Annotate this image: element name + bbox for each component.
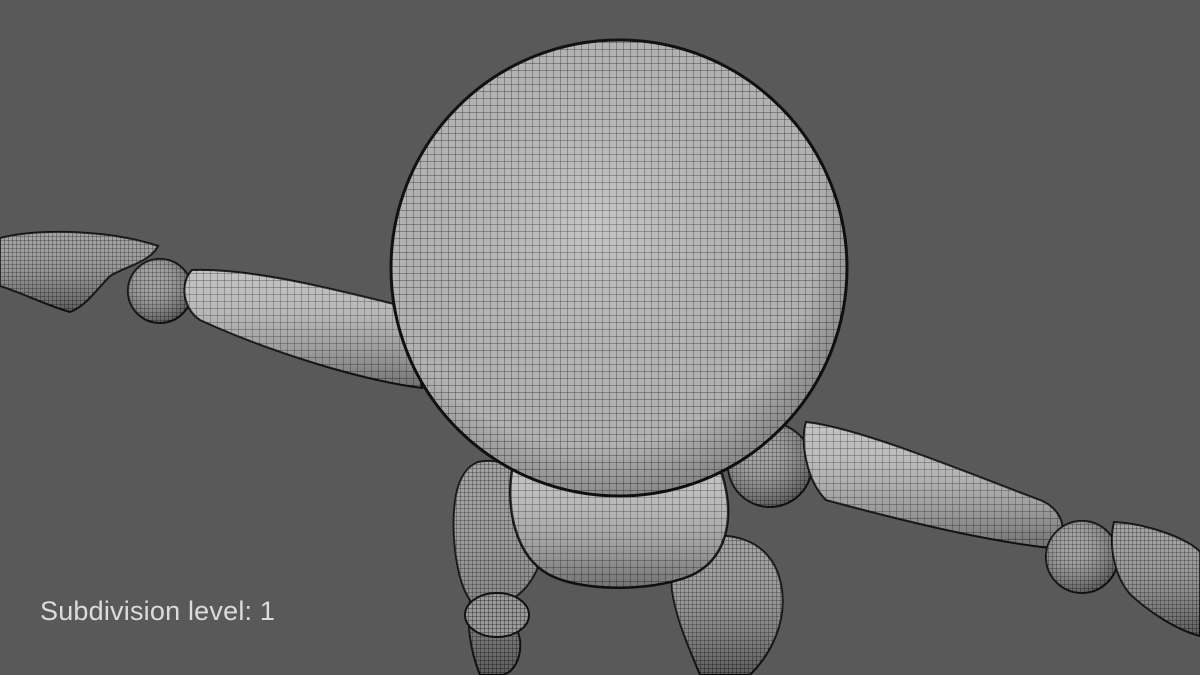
3d-viewport[interactable]: Subdivision level: 1: [0, 0, 1200, 675]
mesh-render: [0, 38, 1200, 675]
subdivision-level-label: Subdivision level: 1: [40, 596, 276, 626]
head-sphere: [389, 38, 849, 498]
left-wrist-joint: [127, 258, 193, 324]
right-wrist-joint: [1045, 520, 1119, 594]
right-hand: [1111, 520, 1200, 638]
left-arm: [183, 268, 424, 390]
right-arm: [802, 420, 1064, 550]
